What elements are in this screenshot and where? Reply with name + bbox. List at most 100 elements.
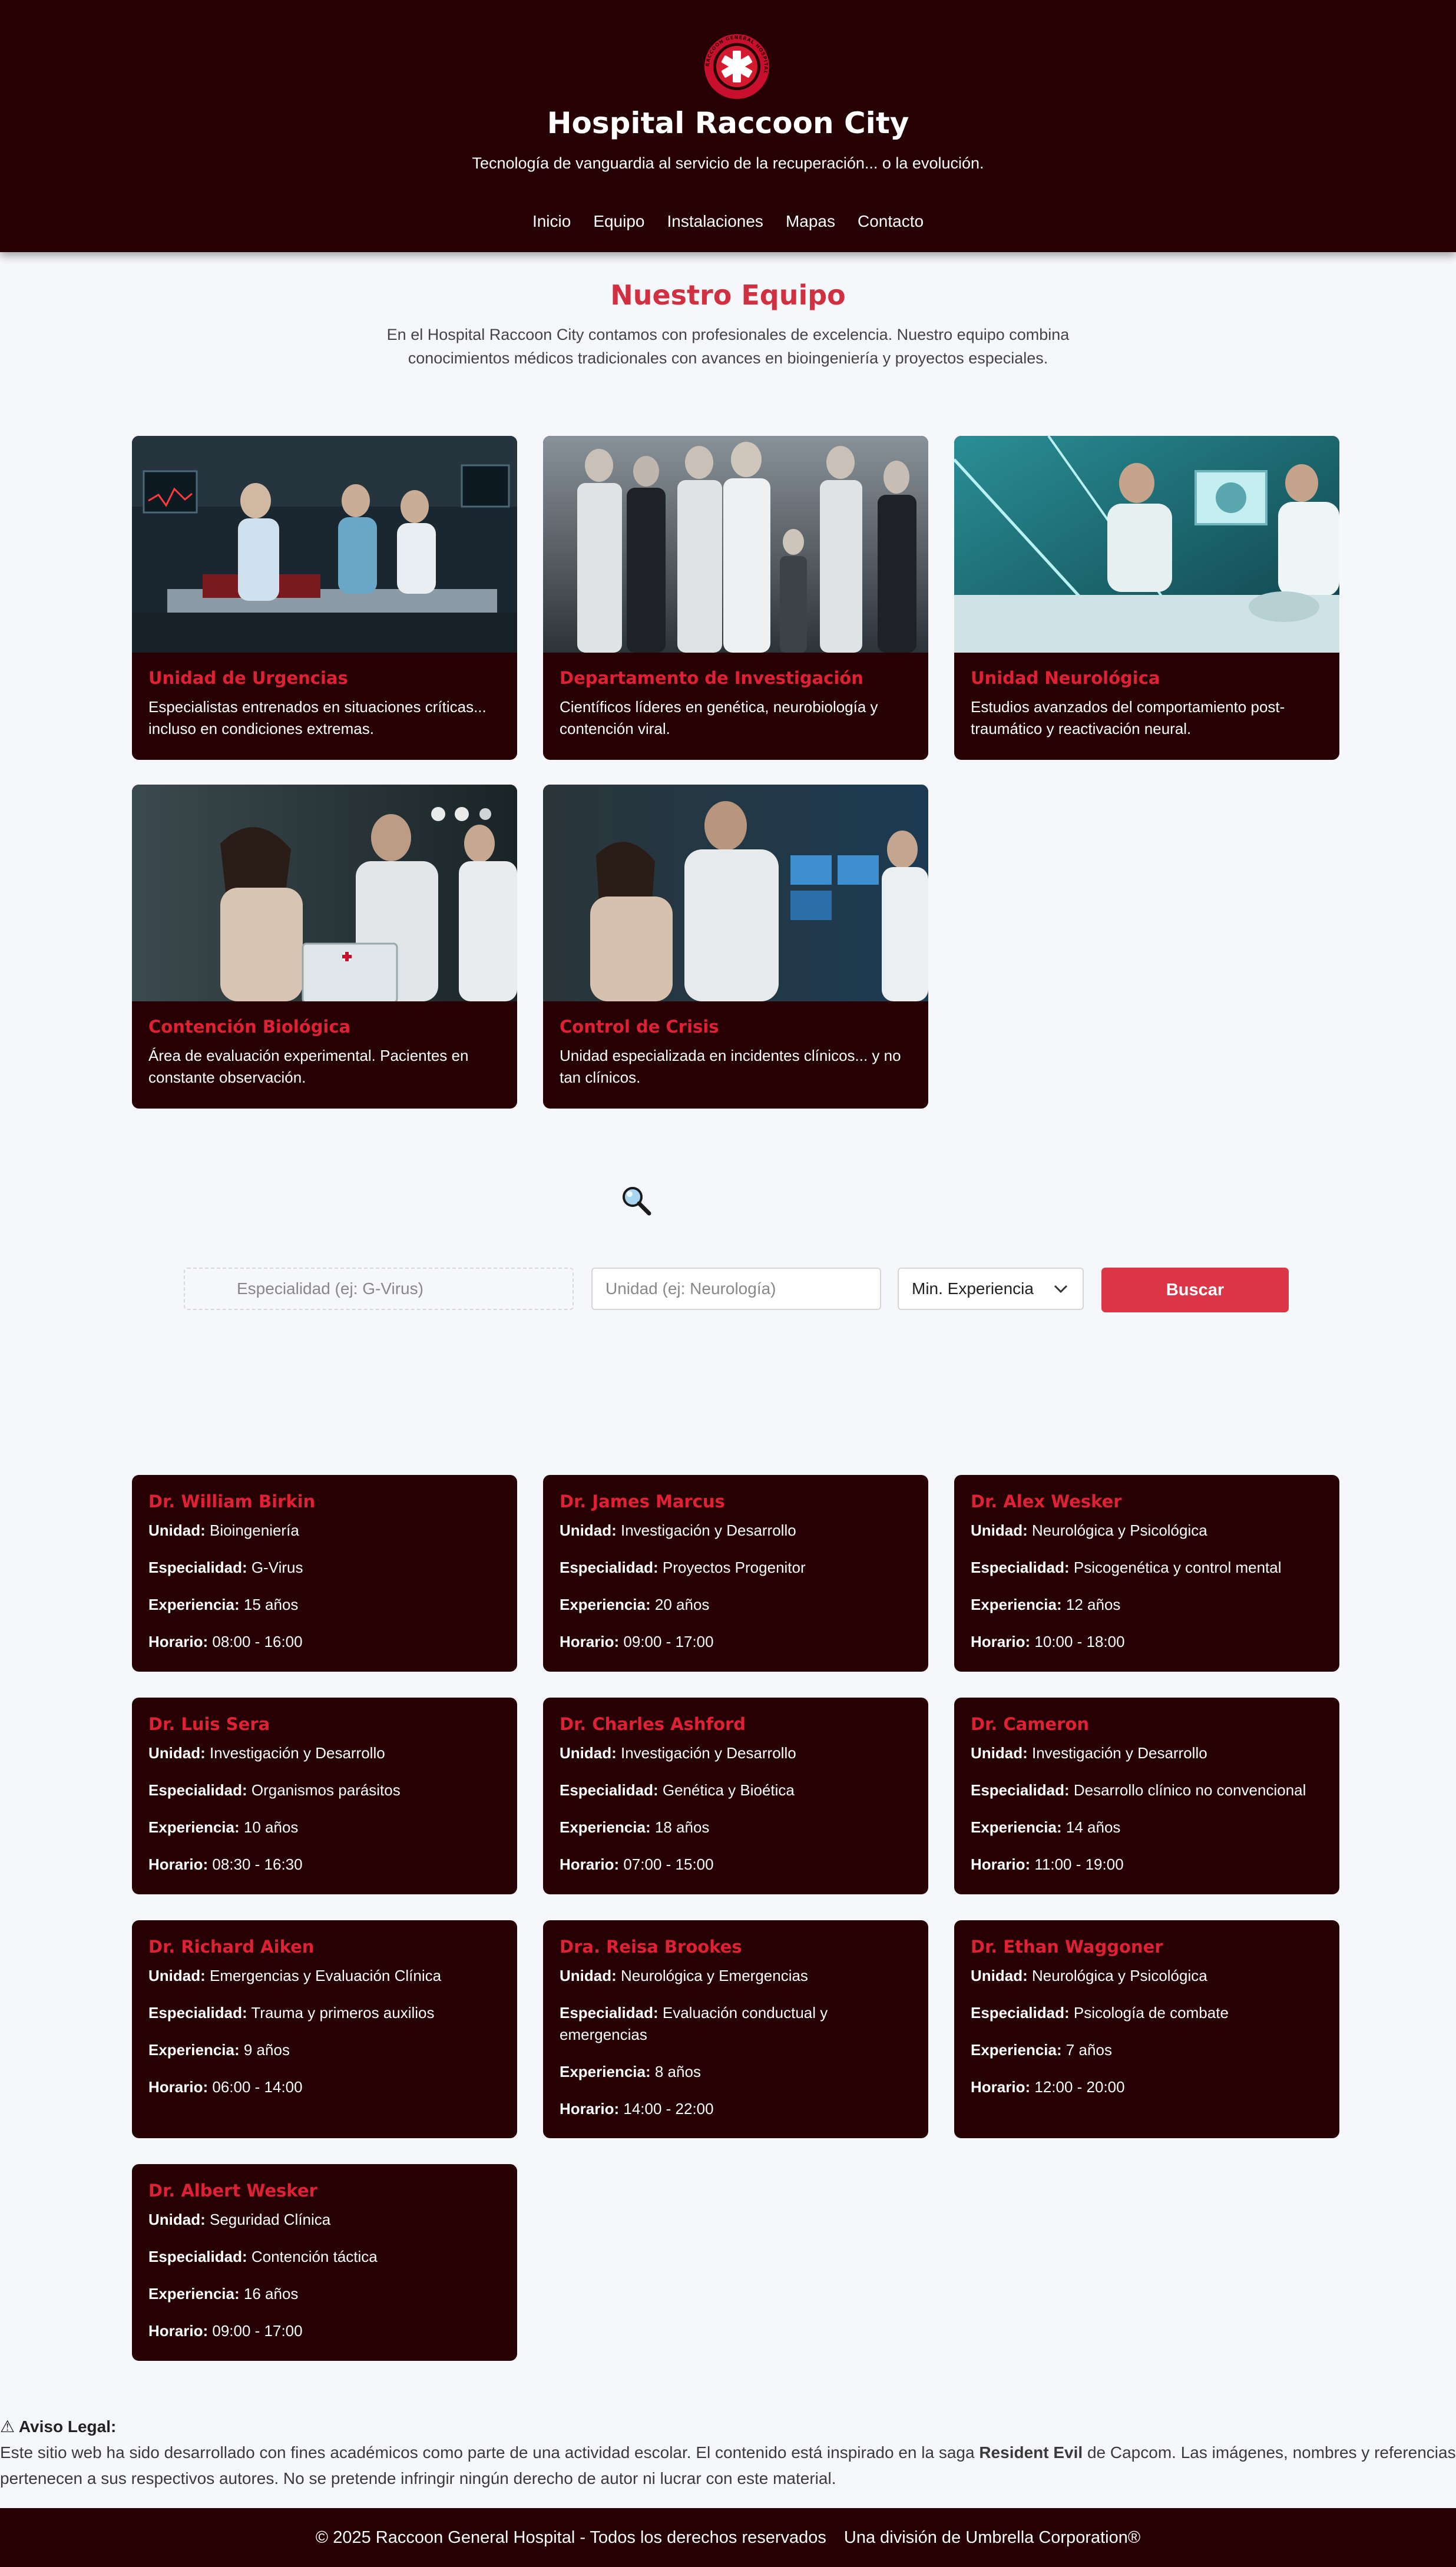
doctor-unit: Unidad: Seguridad Clínica xyxy=(148,2209,501,2231)
unit-search-input[interactable]: Unidad (ej: Neurología) xyxy=(591,1268,881,1310)
doctor-experience-label: Experiencia: xyxy=(560,1596,651,1613)
doctor-unit-value: Bioingeniería xyxy=(210,1521,299,1539)
doctor-specialty: Especialidad: Psicología de combate xyxy=(971,2002,1323,2024)
experience-select[interactable]: Min. Experiencia xyxy=(898,1268,1084,1310)
unit-title: Unidad de Urgencias xyxy=(148,668,348,688)
doctor-specialty: Especialidad: Organismos parásitos xyxy=(148,1779,501,1801)
doctor-schedule: Horario: 10:00 - 18:00 xyxy=(971,1631,1323,1653)
unit-description: Unidad especializada en incidentes clíni… xyxy=(560,1047,901,1086)
doctor-schedule-label: Horario: xyxy=(971,1633,1031,1650)
unit-card-urgencias[interactable]: Unidad de Urgencias Especialistas entren… xyxy=(132,436,517,760)
doctor-unit-label: Unidad: xyxy=(560,1744,617,1762)
doctor-card[interactable]: Dr. Alex Wesker Unidad: Neurológica y Psi… xyxy=(954,1475,1339,1672)
doctor-unit: Unidad: Neurológica y Psicológica xyxy=(971,1520,1323,1541)
unit-image-neurologica xyxy=(954,436,1339,653)
nav-inicio[interactable]: Inicio xyxy=(532,212,571,231)
specialty-search-input[interactable]: Especialidad (ej: G-Virus) xyxy=(184,1268,574,1310)
doctor-schedule-value: 06:00 - 14:00 xyxy=(212,2078,303,2096)
doctor-name: Dr. Cameron xyxy=(971,1714,1089,1734)
doctor-specialty-value: Contención táctica xyxy=(251,2248,378,2265)
doctor-experience-label: Experiencia: xyxy=(560,1818,651,1836)
nav-instalaciones[interactable]: Instalaciones xyxy=(667,212,763,231)
legal-title: ⚠ Aviso Legal: xyxy=(0,2414,1456,2440)
unit-title: Departamento de Investigación xyxy=(560,668,863,688)
nav-mapas[interactable]: Mapas xyxy=(786,212,835,231)
nav-equipo[interactable]: Equipo xyxy=(593,212,644,231)
doctor-experience: Experiencia: 12 años xyxy=(971,1594,1323,1616)
doctor-experience-label: Experiencia: xyxy=(971,1596,1062,1613)
doctor-specialty-value: Proyectos Progenitor xyxy=(662,1559,806,1576)
doctor-unit-value: Neurológica y Emergencias xyxy=(621,1967,808,1984)
doctor-card[interactable]: Dr. Richard Aiken Unidad: Emergencias y E… xyxy=(132,1920,517,2138)
doctor-specialty-label: Especialidad: xyxy=(148,1781,247,1799)
doctor-name: Dr. William Birkin xyxy=(148,1491,316,1511)
doctor-experience-value: 14 años xyxy=(1065,1818,1121,1836)
doctor-name: Dr. Charles Ashford xyxy=(560,1714,746,1734)
doctor-card[interactable]: Dra. Reisa Brookes Unidad: Neurológica y … xyxy=(543,1920,928,2138)
doctor-experience-label: Experiencia: xyxy=(560,2063,651,2080)
doctor-experience-label: Experiencia: xyxy=(148,2285,240,2303)
doctor-experience-value: 18 años xyxy=(654,1818,710,1836)
doctor-experience-value: 8 años xyxy=(654,2063,701,2080)
doctor-specialty-value: Genética y Bioética xyxy=(662,1781,795,1799)
doctor-name: Dr. James Marcus xyxy=(560,1491,725,1511)
doctor-schedule-label: Horario: xyxy=(148,1633,209,1650)
doctor-unit-label: Unidad: xyxy=(560,1967,617,1984)
chevron-down-icon xyxy=(1054,1285,1068,1294)
doctor-specialty-label: Especialidad: xyxy=(971,1781,1070,1799)
doctor-specialty-label: Especialidad: xyxy=(148,1559,247,1576)
doctor-schedule-label: Horario: xyxy=(560,1633,620,1650)
unit-description: Área de evaluación experimental. Pacient… xyxy=(148,1047,469,1086)
doctor-experience-label: Experiencia: xyxy=(971,1818,1062,1836)
doctor-unit-label: Unidad: xyxy=(971,1521,1028,1539)
unit-card-investigacion[interactable]: Departamento de Investigación Científico… xyxy=(543,436,928,760)
doctor-specialty-label: Especialidad: xyxy=(971,2004,1070,2022)
doctor-name: Dr. Albert Wesker xyxy=(148,2181,317,2201)
legal-title-text: Aviso Legal: xyxy=(18,2417,117,2436)
doctor-card[interactable]: Dr. Charles Ashford Unidad: Investigación… xyxy=(543,1698,928,1894)
doctor-card[interactable]: Dr. Ethan Waggoner Unidad: Neurológica y … xyxy=(954,1920,1339,2138)
unit-image-urgencias xyxy=(132,436,517,653)
doctor-specialty: Especialidad: Genética y Bioética xyxy=(560,1779,912,1801)
legal-bold: Resident Evil xyxy=(979,2443,1083,2462)
doctor-specialty-label: Especialidad: xyxy=(971,1559,1070,1576)
doctor-unit: Unidad: Investigación y Desarrollo xyxy=(560,1742,912,1764)
doctor-unit-value: Emergencias y Evaluación Clínica xyxy=(210,1967,442,1984)
unit-card-crisis[interactable]: Control de Crisis Unidad especializada e… xyxy=(543,785,928,1109)
unit-title: Contención Biológica xyxy=(148,1017,351,1037)
section-intro: En el Hospital Raccoon City contamos con… xyxy=(386,326,1070,367)
doctor-schedule-value: 11:00 - 19:00 xyxy=(1034,1855,1124,1873)
doctor-schedule-value: 08:00 - 16:00 xyxy=(212,1633,303,1650)
doctor-specialty: Especialidad: Evaluación conductual y em… xyxy=(560,2002,912,2046)
unit-card-neurologica[interactable]: Unidad Neurológica Estudios avanzados de… xyxy=(954,436,1339,760)
doctor-unit-label: Unidad: xyxy=(148,1744,206,1762)
doctor-schedule: Horario: 09:00 - 17:00 xyxy=(560,1631,912,1653)
legal-text: Este sitio web ha sido desarrollado con … xyxy=(0,2443,1456,2487)
legal-notice: ⚠ Aviso Legal: Este sitio web ha sido de… xyxy=(0,2414,1456,2492)
doctor-name: Dr. Luis Sera xyxy=(148,1714,270,1734)
warning-icon: ⚠ xyxy=(0,2417,15,2436)
doctor-specialty: Especialidad: Proyectos Progenitor xyxy=(560,1557,912,1579)
doctor-card[interactable]: Dr. Albert Wesker Unidad: Seguridad Clíni… xyxy=(132,2164,517,2361)
doctor-schedule: Horario: 11:00 - 19:00 xyxy=(971,1854,1323,1875)
doctor-experience: Experiencia: 20 años xyxy=(560,1594,912,1616)
doctor-unit: Unidad: Neurológica y Emergencias xyxy=(560,1965,912,1987)
doctor-schedule: Horario: 12:00 - 20:00 xyxy=(971,2076,1323,2098)
doctor-card[interactable]: Dr. William Birkin Unidad: Bioingeniería E… xyxy=(132,1475,517,1672)
doctor-card[interactable]: Dr. James Marcus Unidad: Investigación y … xyxy=(543,1475,928,1672)
unit-card-contencion[interactable]: Contención Biológica Área de evaluación … xyxy=(132,785,517,1109)
doctor-unit-label: Unidad: xyxy=(148,2211,206,2228)
doctor-specialty-value: Trauma y primeros auxilios xyxy=(251,2004,435,2022)
doctor-unit-value: Seguridad Clínica xyxy=(210,2211,331,2228)
doctor-unit-value: Investigación y Desarrollo xyxy=(621,1521,796,1539)
doctor-card[interactable]: Dr. Luis Sera Unidad: Investigación y Des… xyxy=(132,1698,517,1894)
unit-title: Control de Crisis xyxy=(560,1017,719,1037)
doctor-card[interactable]: Dr. Cameron Unidad: Investigación y Desar… xyxy=(954,1698,1339,1894)
umbrella-medical-logo-icon[interactable]: RACCOON GENERAL HOSPITAL xyxy=(703,33,770,100)
doctor-schedule-value: 09:00 - 17:00 xyxy=(212,2322,303,2340)
doctor-experience-value: 12 años xyxy=(1065,1596,1121,1613)
search-button[interactable]: Buscar xyxy=(1101,1268,1289,1312)
unit-description: Científicos líderes en genética, neurobi… xyxy=(560,698,878,737)
nav-contacto[interactable]: Contacto xyxy=(858,212,924,231)
doctor-schedule-value: 10:00 - 18:00 xyxy=(1034,1633,1125,1650)
